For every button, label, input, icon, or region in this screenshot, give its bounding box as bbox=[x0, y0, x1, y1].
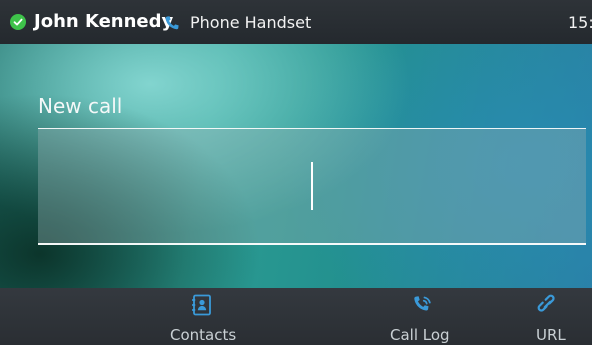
new-call-panel: New call bbox=[0, 44, 592, 288]
contacts-label: Contacts bbox=[170, 326, 237, 344]
call-log-icon bbox=[412, 294, 434, 320]
link-icon bbox=[537, 294, 559, 320]
contacts-softkey[interactable]: Contacts bbox=[170, 288, 238, 345]
url-label: URL bbox=[536, 326, 566, 344]
clock: 15:2 bbox=[568, 13, 592, 32]
phone-screen: John Kennedy Phone Handset 15:2 New call bbox=[0, 0, 592, 345]
url-softkey[interactable]: URL bbox=[528, 288, 568, 345]
dial-input[interactable] bbox=[38, 128, 586, 245]
status-bar: John Kennedy Phone Handset 15:2 bbox=[0, 0, 592, 44]
call-log-label: Call Log bbox=[390, 326, 450, 344]
device-name: Phone Handset bbox=[190, 13, 312, 32]
contacts-book-icon bbox=[191, 294, 213, 320]
user-name: John Kennedy bbox=[34, 11, 174, 32]
check-circle-icon bbox=[10, 14, 26, 30]
softkey-bar: Contacts Call Log URL bbox=[0, 288, 592, 345]
page-title: New call bbox=[38, 94, 123, 118]
phone-handset-icon bbox=[164, 15, 180, 35]
text-cursor bbox=[311, 162, 313, 210]
call-log-softkey[interactable]: Call Log bbox=[390, 288, 456, 345]
